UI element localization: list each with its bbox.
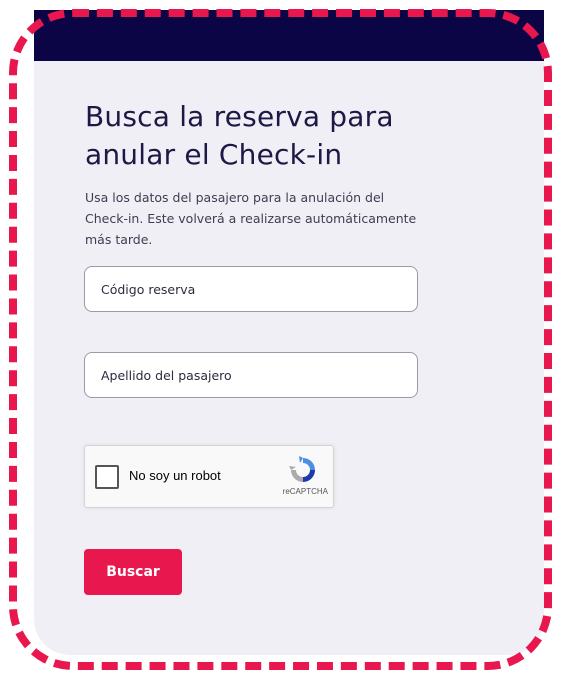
recaptcha-widget: No soy un robot reCAPTCHA xyxy=(84,445,334,508)
page-description: Usa los datos del pasajero para la anula… xyxy=(85,190,417,247)
passenger-surname-placeholder: Apellido del pasajero xyxy=(101,367,232,383)
recaptcha-label: No soy un robot xyxy=(129,468,221,483)
recaptcha-checkbox[interactable] xyxy=(95,465,119,489)
recaptcha-icon xyxy=(289,456,315,482)
recaptcha-brand: reCAPTCHA xyxy=(282,487,328,496)
passenger-surname-field[interactable]: Apellido del pasajero xyxy=(84,352,418,398)
booking-code-field[interactable]: Código reserva xyxy=(84,266,418,312)
header-bar xyxy=(34,10,544,61)
page-title: Busca la reserva para anular el Check-in xyxy=(85,100,394,171)
booking-code-placeholder: Código reserva xyxy=(101,281,196,297)
search-button[interactable]: Buscar xyxy=(84,549,182,595)
check-in-cancel-card: Busca la reserva para anular el Check-in… xyxy=(34,10,544,655)
